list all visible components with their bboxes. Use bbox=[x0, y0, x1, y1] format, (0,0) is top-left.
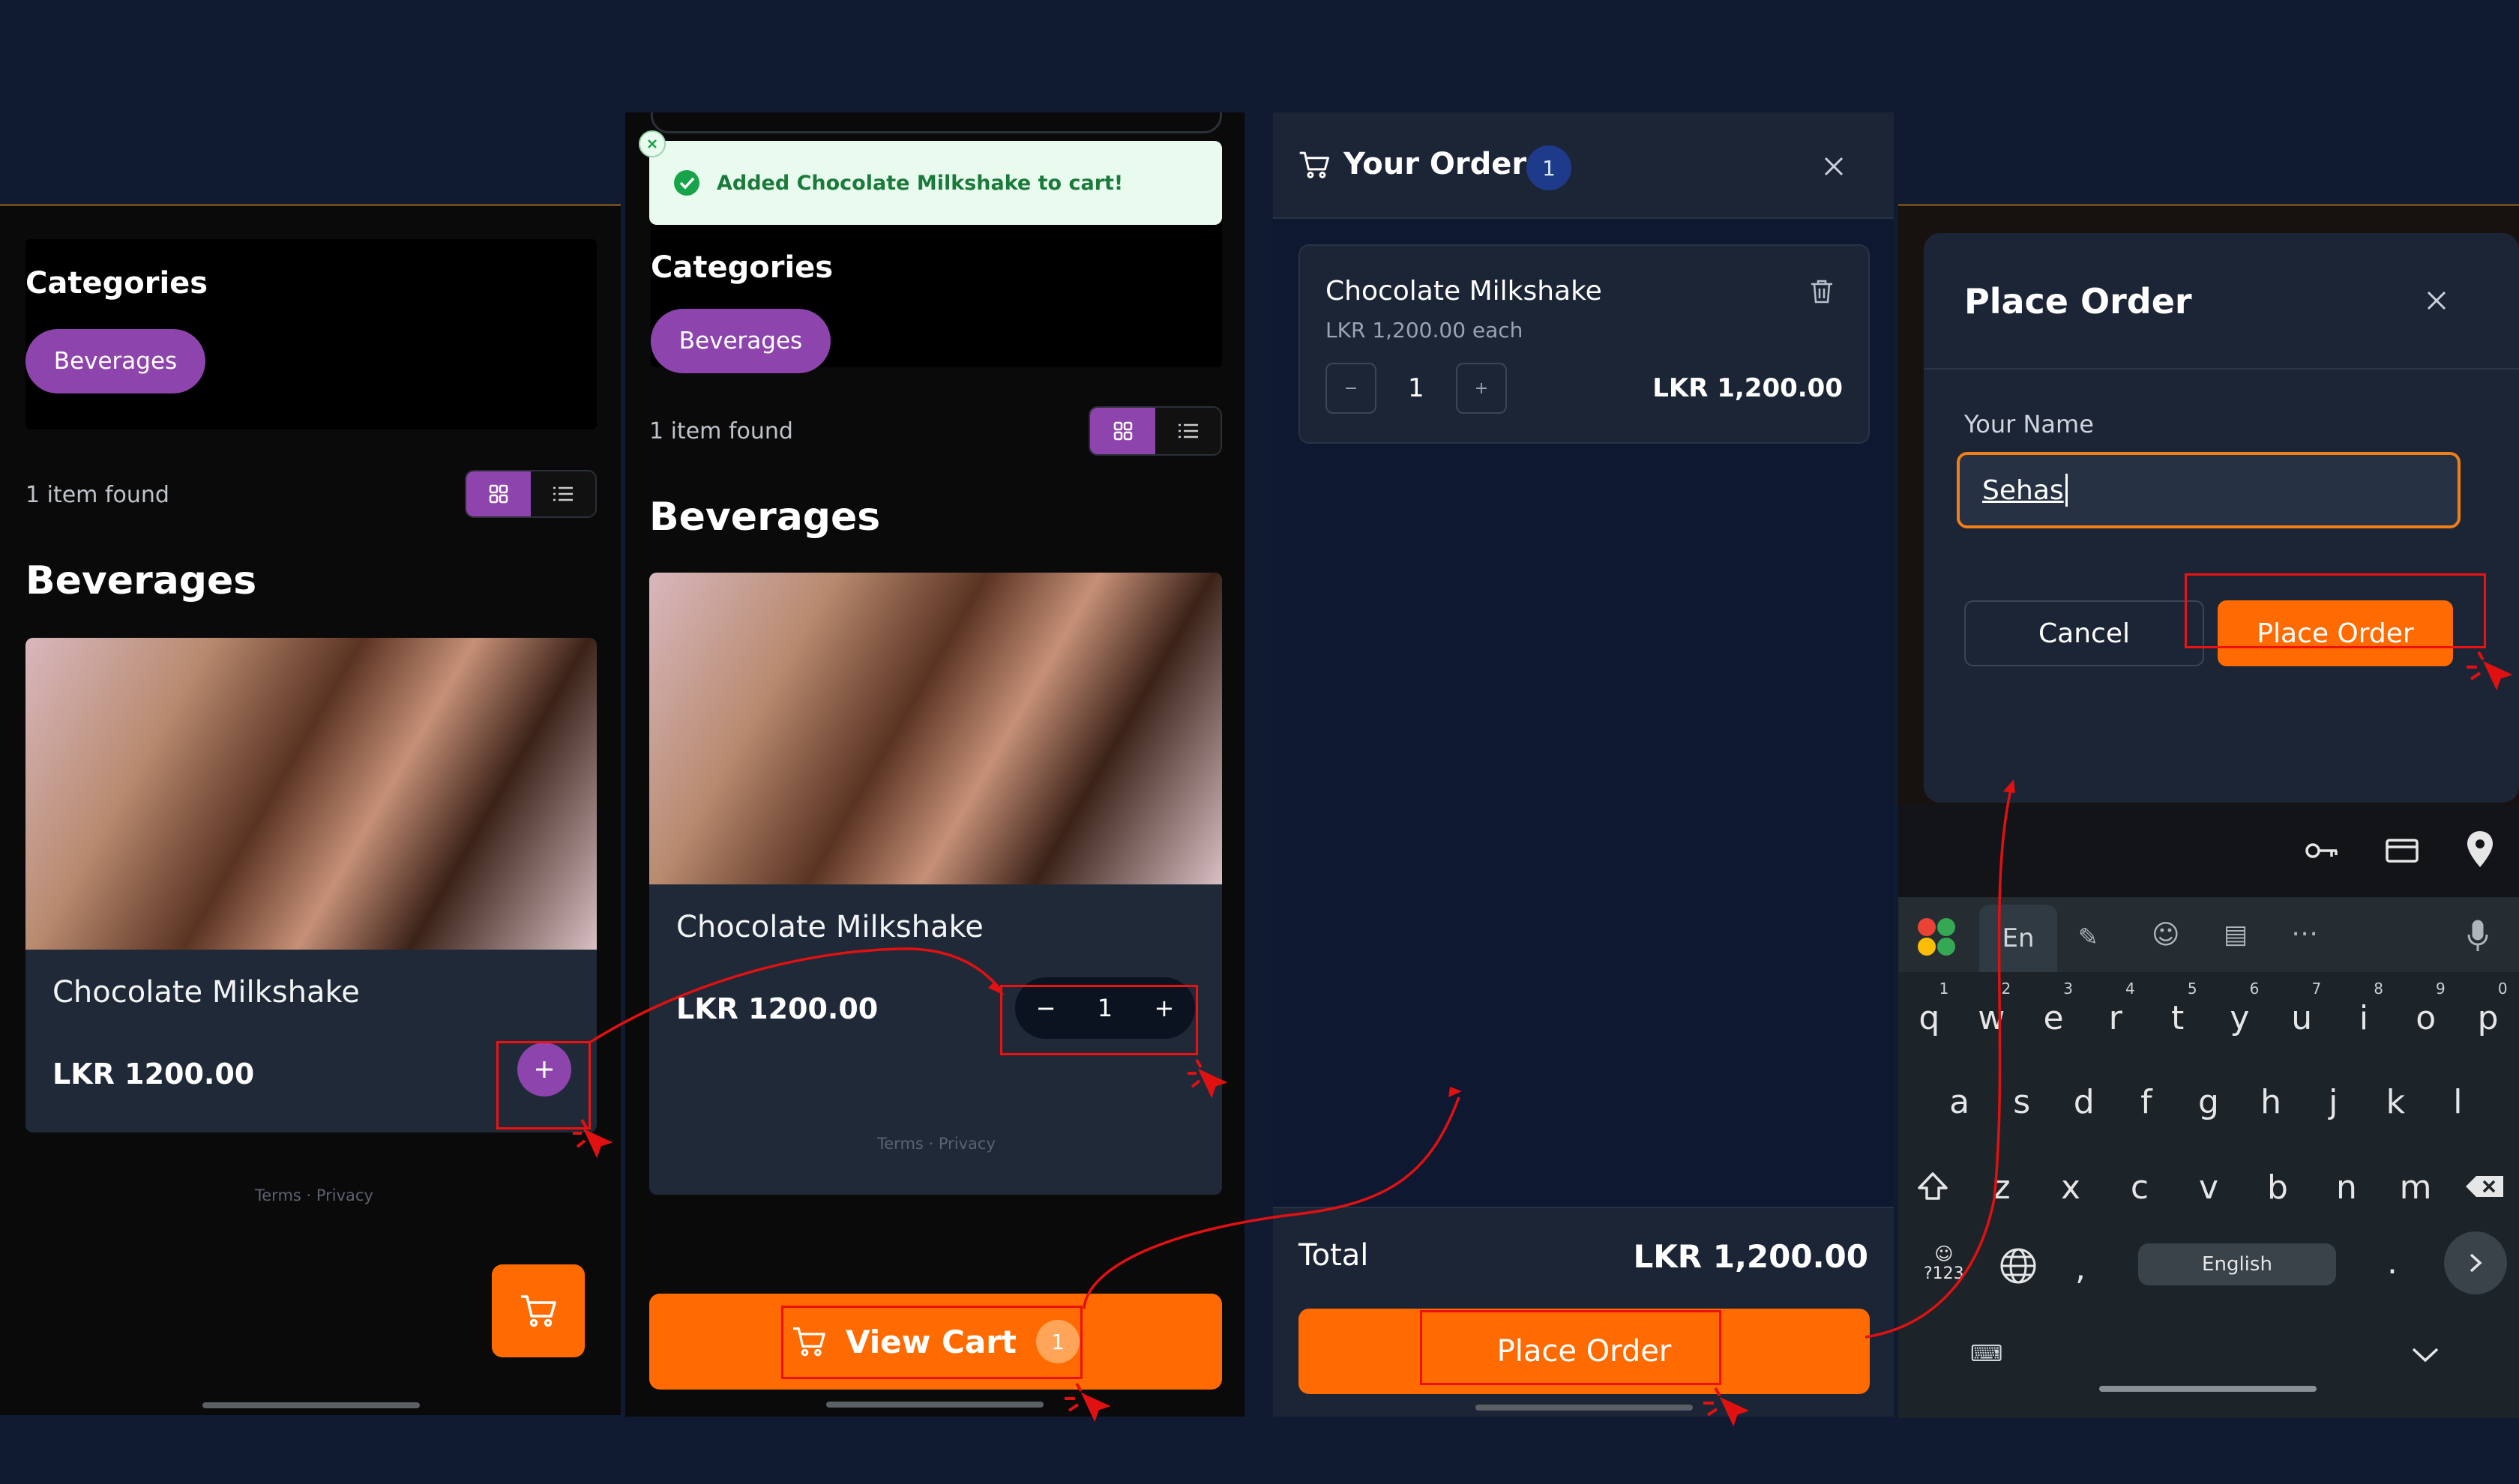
arrow-to-drawer bbox=[1083, 1097, 1460, 1309]
arrow-heads bbox=[988, 779, 2015, 1097]
annotation-overlay bbox=[573, 651, 2513, 1427]
arrow-to-dialog bbox=[1865, 783, 2014, 1339]
click-markers bbox=[573, 651, 2513, 1427]
arrow-to-stepper bbox=[590, 947, 1003, 1043]
flow-arrows bbox=[590, 783, 2014, 1339]
